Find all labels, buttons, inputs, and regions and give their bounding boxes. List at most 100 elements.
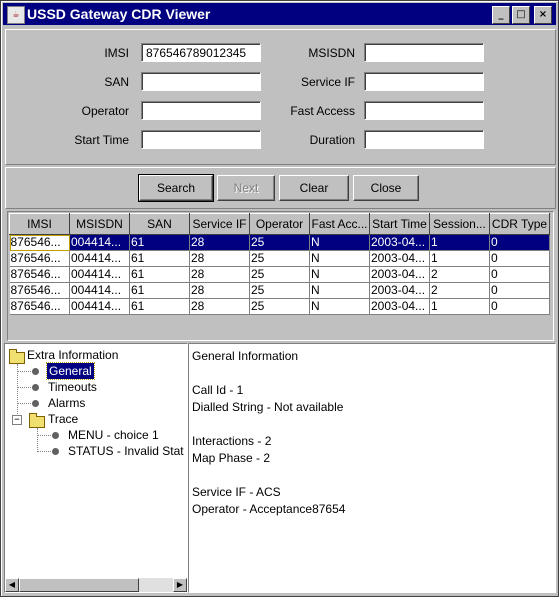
msisdn-field[interactable] xyxy=(364,43,484,62)
column-header-session[interactable]: Session... xyxy=(429,213,490,235)
window-title: USSD Gateway CDR Viewer xyxy=(27,6,211,22)
table-cell: 28 xyxy=(189,250,250,267)
table-cell: N xyxy=(309,266,370,283)
tree-node-alarms[interactable]: Alarms xyxy=(48,395,85,411)
clear-button[interactable]: Clear xyxy=(279,175,349,201)
table-cell: 1 xyxy=(429,250,490,267)
tree-horizontal-scrollbar[interactable]: ◀ ▶ xyxy=(5,578,187,592)
duration-field[interactable] xyxy=(364,130,484,149)
table-row[interactable]: 876546... 004414... 61 28 25 N 2003-04..… xyxy=(9,266,550,283)
table-cell: N xyxy=(309,282,370,299)
table-cell: 0 xyxy=(489,282,550,299)
folder-open-icon xyxy=(29,413,45,428)
table-header: IMSI MSISDN SAN Service IF Operator Fast… xyxy=(9,213,550,235)
scroll-right-icon[interactable]: ▶ xyxy=(173,578,187,592)
tree-node-menu-choice[interactable]: MENU - choice 1 xyxy=(68,427,159,443)
san-label: SAN xyxy=(104,75,129,89)
column-header-start-time[interactable]: Start Time xyxy=(369,213,430,235)
tree-connector xyxy=(17,364,18,420)
close-button[interactable]: Close xyxy=(353,175,419,201)
table-cell: 876546... xyxy=(9,298,70,315)
table-cell: 25 xyxy=(249,266,310,283)
info-map-phase: Map Phase - 2 xyxy=(192,451,271,465)
collapse-icon[interactable]: − xyxy=(12,415,22,425)
table-row[interactable]: 876546... 004414... 61 28 25 N 2003-04..… xyxy=(9,234,550,251)
service-if-label: Service IF xyxy=(300,75,355,89)
table-cell: 2003-04... xyxy=(369,298,430,315)
table-row[interactable]: 876546... 004414... 61 28 25 N 2003-04..… xyxy=(9,250,550,267)
maximize-icon[interactable]: □ xyxy=(512,6,530,24)
java-app-icon: ☕ xyxy=(7,6,25,24)
close-window-icon[interactable]: × xyxy=(534,6,552,24)
table-cell: 2003-04... xyxy=(369,266,430,283)
results-table: IMSI MSISDN SAN Service IF Operator Fast… xyxy=(7,211,554,341)
general-information-pane: General Information Call Id - 1 Dialled … xyxy=(188,343,556,593)
info-call-id: Call Id - 1 xyxy=(192,383,244,397)
table-cell: 004414... xyxy=(69,250,130,267)
info-heading: General Information xyxy=(192,349,299,363)
cdr-viewer-window: ☕ USSD Gateway CDR Viewer _ □ × IMSI MSI… xyxy=(0,0,559,597)
tree-connector xyxy=(17,387,31,388)
table-cell: 876546... xyxy=(9,282,70,299)
info-operator: Operator - Acceptance87654 xyxy=(192,502,346,516)
service-if-field[interactable] xyxy=(364,72,484,91)
column-header-san[interactable]: SAN xyxy=(129,213,190,235)
table-cell: 004414... xyxy=(69,234,130,251)
table-cell: 2003-04... xyxy=(369,282,430,299)
table-cell: N xyxy=(309,234,370,251)
table-cell: 004414... xyxy=(69,266,130,283)
table-cell: 28 xyxy=(189,266,250,283)
table-cell: 61 xyxy=(129,250,190,267)
leaf-node-icon xyxy=(52,448,59,455)
tree-node-status[interactable]: STATUS - Invalid Stat xyxy=(68,443,184,459)
column-header-msisdn[interactable]: MSISDN xyxy=(69,213,130,235)
scrollbar-thumb[interactable] xyxy=(19,578,139,592)
table-cell: 25 xyxy=(249,298,310,315)
leaf-node-icon xyxy=(52,432,59,439)
table-cell: 2 xyxy=(429,266,490,283)
fast-access-label: Fast Access xyxy=(290,104,355,118)
table-row[interactable]: 876546... 004414... 61 28 25 N 2003-04..… xyxy=(9,282,550,299)
tree-node-trace[interactable]: Trace xyxy=(48,411,78,427)
table-cell: 0 xyxy=(489,250,550,267)
tree-node-general[interactable]: General xyxy=(46,362,95,380)
table-cell: 1 xyxy=(429,298,490,315)
table-row[interactable]: 876546... 004414... 61 28 25 N 2003-04..… xyxy=(9,298,550,315)
tree-connector xyxy=(17,371,31,372)
table-cell: 876546... xyxy=(9,266,70,283)
table-cell: 2 xyxy=(429,282,490,299)
title-bar[interactable]: ☕ USSD Gateway CDR Viewer _ □ × xyxy=(3,3,556,25)
folder-open-icon xyxy=(9,349,25,364)
column-header-fast-access[interactable]: Fast Acc... xyxy=(309,213,370,235)
column-header-operator[interactable]: Operator xyxy=(249,213,310,235)
start-time-label: Start Time xyxy=(74,133,129,147)
table-cell: 61 xyxy=(129,266,190,283)
fast-access-field[interactable] xyxy=(364,101,484,120)
table-cell: 876546... xyxy=(9,234,70,251)
table-cell: 28 xyxy=(189,282,250,299)
column-header-service-if[interactable]: Service IF xyxy=(189,213,250,235)
table-cell: 61 xyxy=(129,282,190,299)
tree-node-timeouts[interactable]: Timeouts xyxy=(48,379,97,395)
leaf-node-icon xyxy=(32,400,39,407)
table-cell: 004414... xyxy=(69,282,130,299)
leaf-node-icon xyxy=(32,384,39,391)
next-button[interactable]: Next xyxy=(217,175,275,201)
tree-connector xyxy=(17,403,31,404)
operator-label: Operator xyxy=(81,104,129,118)
table-cell: 2003-04... xyxy=(369,234,430,251)
extra-info-tree: Extra Information General Timeouts Alarm… xyxy=(4,343,188,593)
info-interactions: Interactions - 2 xyxy=(192,434,272,448)
table-cell: 28 xyxy=(189,298,250,315)
search-button[interactable]: Search xyxy=(138,174,214,202)
column-header-imsi[interactable]: IMSI xyxy=(9,213,70,235)
table-cell: 0 xyxy=(489,266,550,283)
duration-label: Duration xyxy=(309,133,355,147)
tree-connector xyxy=(37,435,51,436)
info-service-if: Service IF - ACS xyxy=(192,485,281,499)
scroll-left-icon[interactable]: ◀ xyxy=(5,578,19,592)
tree-node-extra-information[interactable]: Extra Information xyxy=(27,347,118,363)
minimize-icon[interactable]: _ xyxy=(492,6,510,24)
leaf-node-icon xyxy=(32,368,39,375)
column-header-cdr-type[interactable]: CDR Type xyxy=(489,213,550,235)
